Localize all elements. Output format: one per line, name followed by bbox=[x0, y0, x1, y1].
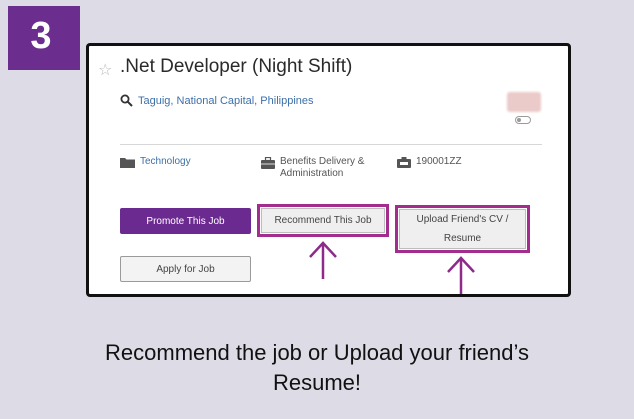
upload-button-label-line1: Upload Friend's CV / bbox=[416, 214, 509, 225]
upload-friend-cv-button[interactable]: Upload Friend's CV / Resume bbox=[395, 205, 530, 253]
caption-line1: Recommend the job or Upload your friend’… bbox=[105, 340, 529, 365]
job-requisition-id-text: 190001ZZ bbox=[416, 156, 462, 167]
caption-line2: Resume! bbox=[272, 370, 362, 395]
step-number-badge: 3 bbox=[8, 6, 80, 70]
apply-job-button[interactable]: Apply for Job bbox=[120, 256, 251, 282]
folder-icon bbox=[120, 158, 135, 168]
instruction-caption: Recommend the job or Upload your friend’… bbox=[0, 338, 634, 398]
briefcase-icon bbox=[261, 157, 275, 169]
id-badge-icon bbox=[397, 157, 411, 168]
job-function: Benefits Delivery & Administration bbox=[261, 156, 364, 180]
arrow-up-icon bbox=[447, 256, 475, 294]
section-divider bbox=[120, 144, 542, 145]
job-location: Taguig, National Capital, Philippines bbox=[120, 94, 314, 107]
job-category-text[interactable]: Technology bbox=[140, 156, 191, 167]
blurred-badge bbox=[507, 92, 541, 112]
promote-job-button[interactable]: Promote This Job bbox=[120, 208, 251, 234]
job-function-line1: Benefits Delivery & bbox=[280, 156, 365, 167]
job-card-screenshot: ☆ .Net Developer (Night Shift) Taguig, N… bbox=[86, 43, 571, 297]
job-requisition-id: 190001ZZ bbox=[397, 156, 462, 168]
step-number: 3 bbox=[30, 14, 52, 57]
recommend-job-button[interactable]: Recommend This Job bbox=[257, 204, 389, 237]
job-title[interactable]: .Net Developer (Night Shift) bbox=[120, 56, 352, 78]
upload-button-label-line2: Resume bbox=[443, 233, 482, 244]
toggle-switch[interactable] bbox=[515, 116, 531, 124]
search-icon bbox=[120, 94, 133, 107]
job-location-text[interactable]: Taguig, National Capital, Philippines bbox=[138, 95, 314, 107]
arrow-up-icon bbox=[309, 241, 337, 279]
job-function-line2: Administration bbox=[280, 168, 344, 179]
star-outline-icon[interactable]: ☆ bbox=[98, 60, 112, 80]
job-category: Technology bbox=[120, 156, 191, 168]
